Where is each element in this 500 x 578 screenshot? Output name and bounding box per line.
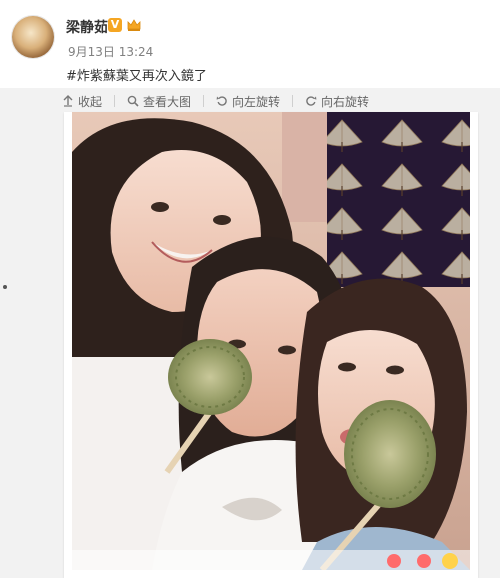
- crown-icon: [127, 19, 141, 31]
- collapse-button[interactable]: 收起: [62, 93, 102, 110]
- verified-badge: V: [108, 18, 122, 32]
- post-header: 梁静茹 V 9月13日 13:24 #炸紫蘇葉又再次入鏡了: [0, 0, 500, 88]
- avatar[interactable]: [12, 16, 54, 58]
- rotate-left-button[interactable]: 向左旋转: [216, 93, 280, 110]
- rotate-left-icon: [216, 96, 227, 106]
- magnifier-icon: [127, 95, 139, 107]
- post-timestamp[interactable]: 9月13日 13:24: [68, 43, 153, 60]
- view-large-label: 查看大图: [143, 94, 192, 109]
- collapse-icon: [63, 95, 73, 107]
- rotate-right-label: 向右旋转: [321, 94, 370, 109]
- collapse-label: 收起: [78, 94, 103, 109]
- view-large-button[interactable]: 查看大图: [127, 93, 191, 110]
- toolbar-separator: [114, 95, 116, 107]
- toolbar-separator: [203, 95, 205, 107]
- post-text[interactable]: #炸紫蘇葉又再次入鏡了: [66, 65, 207, 84]
- author-name[interactable]: 梁静茹: [66, 17, 108, 37]
- post-photo[interactable]: [72, 112, 470, 570]
- rotate-left-label: 向左旋转: [232, 94, 281, 109]
- media-toolbar: 收起 查看大图 向左旋转 向右旋转: [62, 90, 381, 112]
- toolbar-separator: [292, 95, 294, 107]
- bullet-dot: [3, 285, 7, 289]
- rotate-right-button[interactable]: 向右旋转: [305, 93, 369, 110]
- rotate-right-icon: [306, 96, 317, 106]
